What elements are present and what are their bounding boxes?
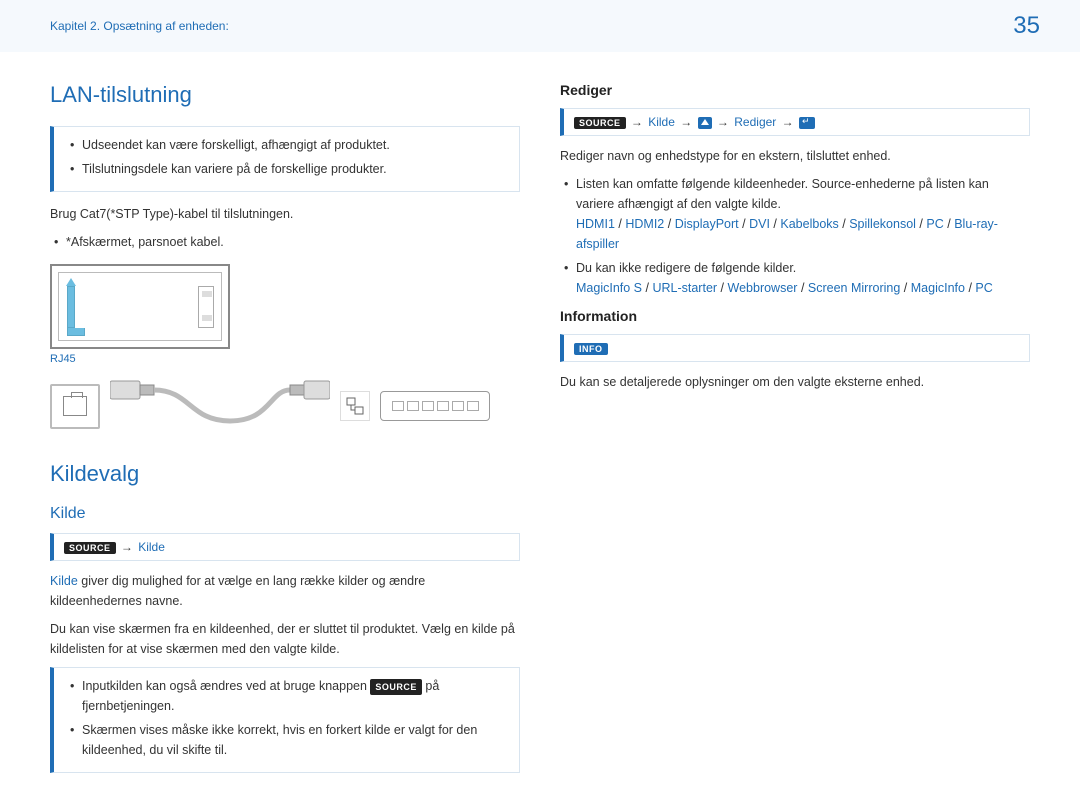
- lan-arrow-icon: [62, 278, 90, 338]
- note-item: Skærmen vises måske ikke korrekt, hvis e…: [66, 720, 507, 760]
- content-area: LAN-tilslutning Udseendet kan være forsk…: [0, 52, 1080, 805]
- rj45-port-icon: [50, 384, 100, 429]
- rediger-paragraph: Rediger navn og enhedstype for en ekster…: [560, 146, 1030, 166]
- info-paragraph: Du kan se detaljerede oplysninger om den…: [560, 372, 1030, 392]
- lan-diagram: RJ45: [50, 264, 520, 441]
- list-item: Du kan ikke redigere de følgende kilder.…: [560, 258, 1030, 298]
- source-badge: SOURCE: [370, 679, 422, 695]
- tv-back-illustration: [50, 264, 230, 349]
- enter-button-icon: [799, 117, 815, 129]
- rj45-label: RJ45: [50, 353, 230, 365]
- list-item: Listen kan omfatte følgende kildeenheder…: [560, 174, 1030, 254]
- note-item: Tilslutningsdele kan variere på de forsk…: [66, 159, 507, 179]
- path-rediger-link: Rediger: [734, 115, 776, 129]
- path-box-info: INFO: [560, 334, 1030, 362]
- arrow-icon: →: [631, 115, 643, 129]
- arrow-icon: →: [782, 115, 794, 129]
- heading-lan: LAN-tilslutning: [50, 82, 520, 108]
- port-panel-icon: [198, 286, 214, 328]
- right-column: Rediger SOURCE → Kilde → → Rediger → Red…: [560, 82, 1030, 785]
- arrow-icon: →: [680, 115, 692, 129]
- info-badge: INFO: [574, 343, 608, 355]
- note-item: Inputkilden kan også ændres ved at bruge…: [66, 676, 507, 716]
- note-item: Udseendet kan være forskelligt, afhængig…: [66, 135, 507, 155]
- source-badge: SOURCE: [574, 117, 626, 129]
- left-column: LAN-tilslutning Udseendet kan være forsk…: [50, 82, 520, 785]
- heading-kilde: Kilde: [50, 505, 520, 523]
- note-box-lan: Udseendet kan være forskelligt, afhængig…: [50, 126, 520, 192]
- arrow-icon: →: [717, 115, 729, 129]
- path-box-kilde: SOURCE → Kilde: [50, 533, 520, 561]
- page-header: Kapitel 2. Opsætning af enheden: 35: [0, 0, 1080, 52]
- heading-information: Information: [560, 308, 1030, 324]
- lan-cable-illustration: [110, 371, 330, 441]
- heading-kildevalg: Kildevalg: [50, 461, 520, 487]
- path-kilde-link: Kilde: [138, 540, 165, 554]
- kilde-paragraph-2: Du kan vise skærmen fra en kildeenhed, d…: [50, 619, 520, 659]
- path-kilde-link: Kilde: [648, 115, 675, 129]
- lan-sub-item: *Afskærmet, parsnoet kabel.: [50, 232, 520, 252]
- arrow-icon: →: [121, 540, 133, 554]
- network-icon: [340, 391, 370, 421]
- page-number: 35: [1013, 12, 1040, 40]
- breadcrumb: Kapitel 2. Opsætning af enheden:: [50, 19, 229, 33]
- path-box-rediger: SOURCE → Kilde → → Rediger →: [560, 108, 1030, 136]
- kilde-paragraph-1: Kilde giver dig mulighed for at vælge en…: [50, 571, 520, 611]
- source-badge: SOURCE: [64, 542, 116, 554]
- up-button-icon: [698, 117, 712, 129]
- lan-cable-text: Brug Cat7(*STP Type)-kabel til tilslutni…: [50, 204, 520, 224]
- note-box-kilde: Inputkilden kan også ændres ved at bruge…: [50, 667, 520, 773]
- heading-rediger: Rediger: [560, 82, 1030, 98]
- router-illustration: [380, 391, 490, 421]
